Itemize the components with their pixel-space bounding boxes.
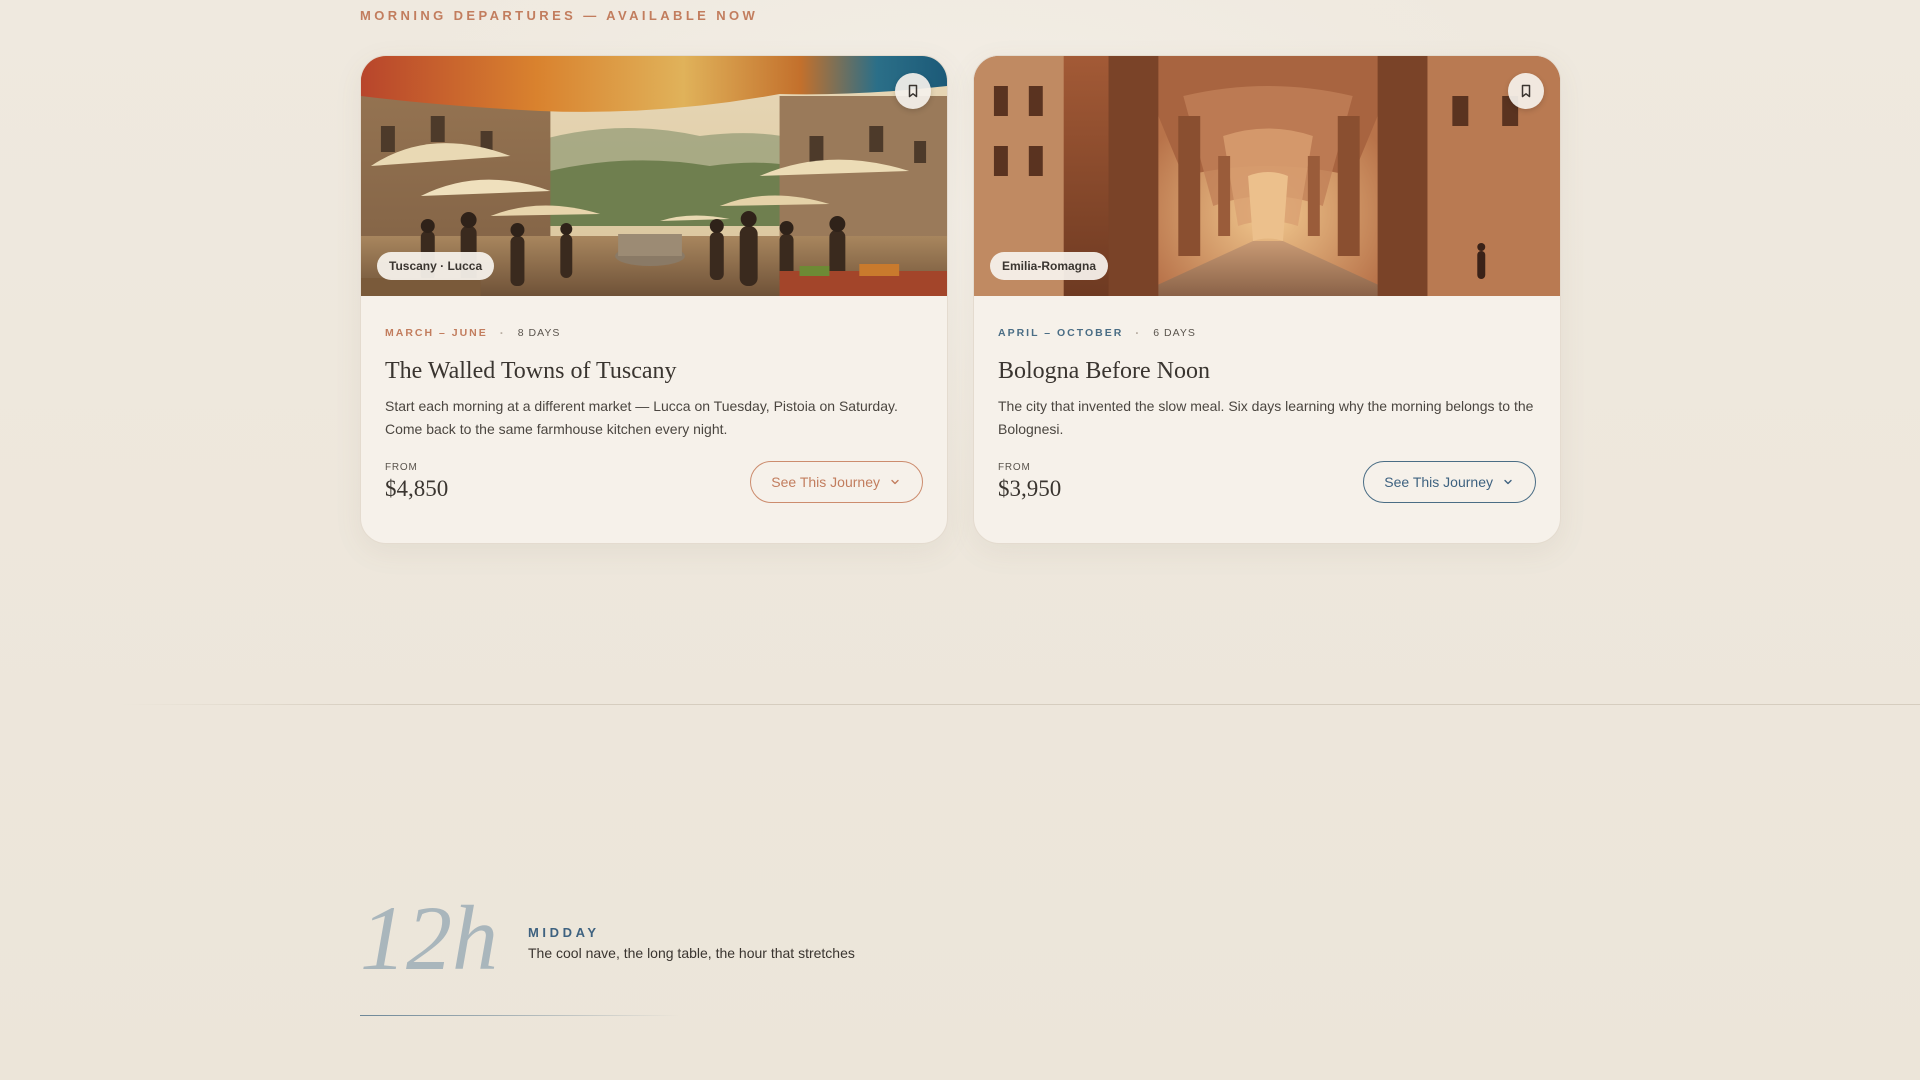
see-journey-label: See This Journey: [771, 474, 880, 490]
see-journey-button[interactable]: See This Journey: [750, 461, 923, 503]
bookmark-icon: [908, 84, 918, 98]
price-block: FROM $3,950: [998, 462, 1061, 502]
period-description: The cool nave, the long table, the hour …: [528, 945, 855, 961]
season-range: MARCH – JUNE: [385, 327, 488, 339]
duration: 8 DAYS: [517, 327, 561, 339]
price-value: $4,850: [385, 476, 449, 501]
region-badge: Emilia-Romagna: [990, 252, 1109, 280]
price-value: $3,950: [998, 476, 1062, 501]
journey-description: Start each morning at a different market…: [385, 398, 898, 437]
price-from-label: FROM: [998, 462, 1031, 473]
chevron-down-icon: [891, 479, 899, 485]
time-marker: 12h: [360, 887, 498, 989]
card-body: MARCH – JUNE · 8 DAYS The Walled Towns o…: [361, 296, 947, 503]
bookmark-icon: [1521, 84, 1531, 98]
region-badge: Tuscany · Lucca: [377, 252, 495, 280]
season-range: APRIL – OCTOBER: [998, 327, 1124, 339]
period-underline: [360, 1015, 680, 1016]
period-label: MIDDAY: [528, 925, 600, 940]
chevron-down-icon: [1504, 479, 1512, 485]
journey-image-bologna-portico: Emilia-Romagna: [974, 56, 1560, 296]
journey-meta: MARCH – JUNE · 8 DAYS: [385, 326, 923, 340]
journey-title: The Walled Towns of Tuscany: [385, 358, 677, 384]
meta-separator: ·: [499, 326, 506, 340]
journey-image-tuscany-market: Tuscany · Lucca: [361, 56, 947, 296]
journey-card-tuscany[interactable]: Tuscany · Lucca MARCH – JUNE · 8 DAYS Th…: [360, 55, 948, 544]
bookmark-button[interactable]: [895, 73, 931, 109]
journey-card-bologna[interactable]: Emilia-Romagna APRIL – OCTOBER · 6 DAYS …: [973, 55, 1561, 544]
meta-separator: ·: [1135, 326, 1142, 340]
section-eyebrow: MORNING DEPARTURES — AVAILABLE NOW: [360, 8, 759, 23]
journey-title: Bologna Before Noon: [998, 358, 1210, 384]
journey-description: The city that invented the slow meal. Si…: [998, 398, 1534, 437]
card-body: APRIL – OCTOBER · 6 DAYS Bologna Before …: [974, 296, 1560, 503]
journey-cards: Tuscany · Lucca MARCH – JUNE · 8 DAYS Th…: [360, 55, 1561, 544]
journey-meta: APRIL – OCTOBER · 6 DAYS: [998, 326, 1536, 340]
see-journey-label: See This Journey: [1384, 474, 1493, 490]
see-journey-button[interactable]: See This Journey: [1363, 461, 1536, 503]
section-divider: [120, 704, 1920, 705]
duration: 6 DAYS: [1153, 327, 1196, 339]
price-from-label: FROM: [385, 462, 418, 473]
bookmark-button[interactable]: [1508, 73, 1544, 109]
price-block: FROM $4,850: [385, 462, 448, 502]
price-row: FROM $4,850 See This Journey: [385, 461, 923, 503]
price-row: FROM $3,950 See This Journey: [998, 461, 1536, 503]
